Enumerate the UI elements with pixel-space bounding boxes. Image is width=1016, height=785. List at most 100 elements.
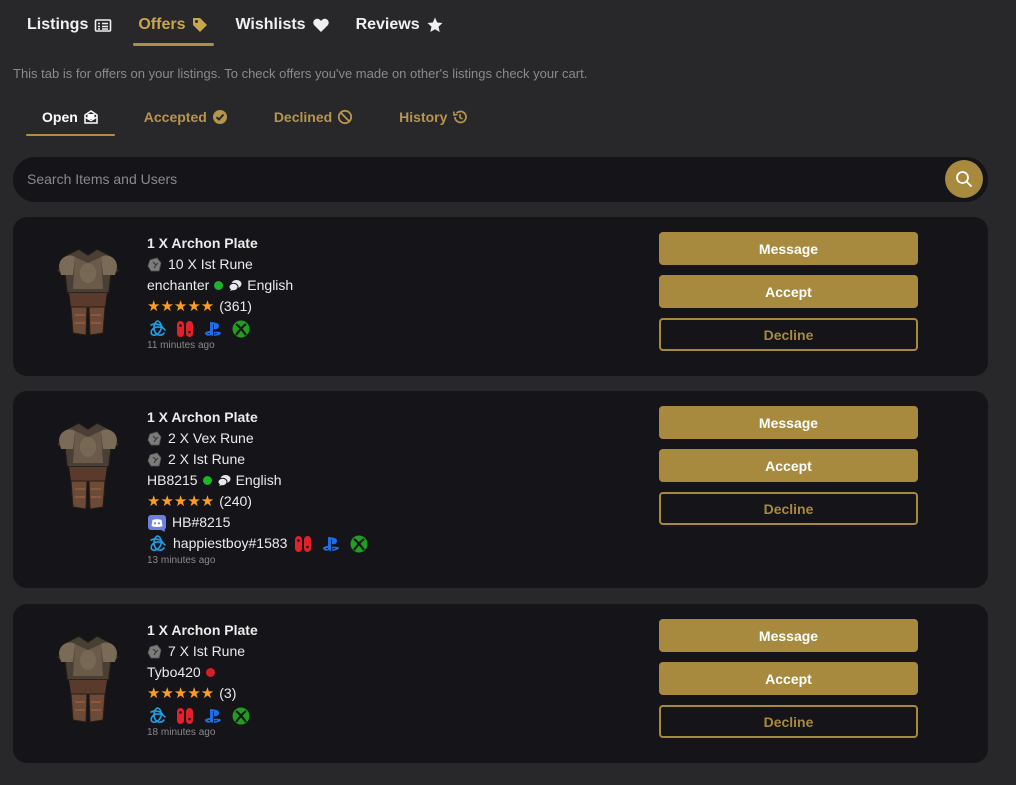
tab-reviews-label: Reviews	[355, 16, 420, 33]
user-row: HB8215 English	[147, 470, 369, 491]
message-button[interactable]: Message	[659, 619, 918, 652]
username[interactable]: Tybo420	[147, 662, 201, 683]
battlenet-icon	[147, 706, 167, 726]
tab-offers[interactable]: Offers	[125, 6, 222, 46]
heart-icon	[312, 18, 329, 32]
offer-card: 1 X Archon Plate 7 X Ist Rune Tybo420 ★★…	[13, 604, 988, 763]
playstation-icon	[321, 534, 341, 554]
username[interactable]: HB8215	[147, 470, 198, 491]
nintendo-switch-icon	[175, 706, 195, 726]
subtab-open-label: Open	[42, 109, 78, 125]
offer-time: 11 minutes ago	[147, 340, 215, 351]
star-rating: ★★★★★	[147, 298, 215, 315]
rune-label: 2 X Ist Rune	[168, 451, 246, 467]
offer-card: 1 X Archon Plate 10 X Ist Rune enchanter…	[13, 217, 988, 376]
info-text: This tab is for offers on your listings.…	[13, 66, 588, 81]
star-rating: ★★★★★	[147, 493, 215, 510]
subtab-open[interactable]: Open	[26, 100, 115, 136]
offer-details: 1 X Archon Plate 7 X Ist Rune Tybo420 ★★…	[147, 620, 258, 740]
tab-listings-label: Listings	[27, 16, 89, 33]
decline-button[interactable]: Decline	[659, 318, 918, 351]
rune-label: 2 X Vex Rune	[168, 430, 254, 446]
xbox-icon	[231, 706, 251, 726]
battlenet-icon	[147, 534, 167, 554]
offer-time: 13 minutes ago	[147, 555, 216, 566]
tab-reviews[interactable]: Reviews	[343, 6, 457, 44]
rune-icon	[147, 644, 163, 660]
battlenet-handle: happiestboy#1583	[173, 535, 288, 551]
online-status-dot	[214, 281, 224, 290]
platforms-row	[147, 319, 293, 339]
rune-row: 7 X Ist Rune	[147, 641, 258, 662]
offline-status-dot	[205, 668, 215, 677]
discord-handle: HB#8215	[172, 514, 231, 530]
search-icon	[956, 171, 972, 187]
language: English	[235, 472, 282, 488]
offer-status-tabs: Open Accepted Declined History	[26, 100, 468, 136]
decline-button[interactable]: Decline	[659, 492, 918, 525]
rune-label: 7 X Ist Rune	[168, 643, 246, 659]
rune-icon	[147, 431, 163, 447]
envelope-icon	[84, 110, 98, 124]
chat-icon	[217, 474, 231, 488]
username[interactable]: enchanter	[147, 275, 209, 296]
accept-button[interactable]: Accept	[659, 662, 918, 695]
rune-row: 2 X Ist Rune	[147, 449, 369, 470]
subtab-accepted-label: Accepted	[143, 109, 207, 125]
accept-button[interactable]: Accept	[659, 449, 918, 482]
rating-count: (361)	[219, 298, 252, 314]
rating-row: ★★★★★ (240)	[147, 491, 369, 512]
main-tabs: Listings Offers Wishlists Reviews	[14, 6, 457, 46]
message-button[interactable]: Message	[659, 232, 918, 265]
subtab-history[interactable]: History	[399, 100, 468, 134]
nintendo-switch-icon	[293, 534, 313, 554]
search-button[interactable]	[945, 160, 983, 198]
platforms-row	[147, 706, 258, 726]
subtab-history-label: History	[399, 109, 448, 125]
subtab-declined[interactable]: Declined	[274, 100, 353, 134]
battlenet-icon	[147, 319, 167, 339]
history-icon	[453, 110, 468, 124]
message-button[interactable]: Message	[659, 406, 918, 439]
rating-count: (240)	[219, 493, 252, 509]
offer-title: 1 X Archon Plate	[147, 409, 258, 425]
xbox-icon	[349, 534, 369, 554]
playstation-icon	[203, 706, 223, 726]
offer-time: 18 minutes ago	[147, 727, 216, 738]
xbox-icon	[231, 319, 251, 339]
discord-row: HB#8215	[147, 512, 369, 533]
nintendo-switch-icon	[175, 319, 195, 339]
star-rating: ★★★★★	[147, 685, 215, 702]
discord-icon	[147, 513, 167, 533]
archon-plate-image	[53, 632, 123, 728]
online-status-dot	[202, 476, 212, 485]
archon-plate-image	[53, 245, 123, 341]
rune-icon	[147, 257, 163, 273]
tab-wishlists[interactable]: Wishlists	[222, 6, 342, 44]
subtab-accepted[interactable]: Accepted	[144, 100, 228, 134]
user-row: enchanter English	[147, 275, 293, 296]
rune-row: 2 X Vex Rune	[147, 428, 369, 449]
star-icon	[427, 17, 443, 32]
offer-title: 1 X Archon Plate	[147, 235, 258, 251]
list-icon	[95, 19, 112, 32]
chat-icon	[228, 279, 242, 293]
accept-button[interactable]: Accept	[659, 275, 918, 308]
offer-details: 1 X Archon Plate 2 X Vex Rune 2 X Ist Ru…	[147, 407, 369, 568]
rune-row: 10 X Ist Rune	[147, 254, 293, 275]
search-input[interactable]	[27, 165, 927, 193]
subtab-declined-label: Declined	[273, 109, 333, 125]
archon-plate-image	[53, 419, 123, 515]
rune-label: 10 X Ist Rune	[168, 256, 253, 272]
tab-offers-label: Offers	[138, 16, 186, 33]
rating-row: ★★★★★ (361)	[147, 296, 293, 317]
offer-card: 1 X Archon Plate 2 X Vex Rune 2 X Ist Ru…	[13, 391, 988, 588]
search-bar	[13, 157, 988, 202]
rune-icon	[147, 452, 163, 468]
user-row: Tybo420	[147, 662, 258, 683]
platforms-row: happiestboy#1583	[147, 533, 369, 554]
tab-listings[interactable]: Listings	[14, 6, 125, 44]
playstation-icon	[203, 319, 223, 339]
tab-wishlists-label: Wishlists	[235, 16, 306, 33]
decline-button[interactable]: Decline	[659, 705, 918, 738]
